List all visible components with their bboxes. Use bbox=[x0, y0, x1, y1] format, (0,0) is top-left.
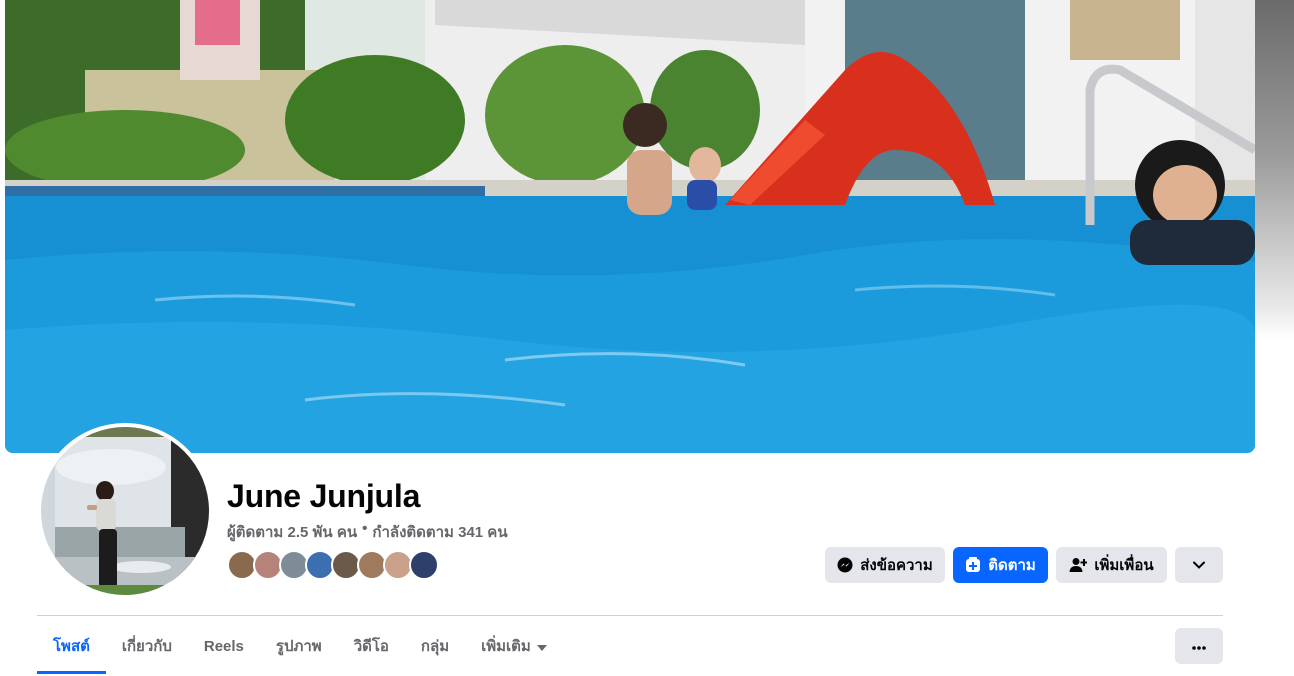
tab-photos-label: รูปภาพ bbox=[275, 638, 322, 655]
follow-plus-icon bbox=[965, 557, 981, 573]
tab-more-label: เพิ่มเติม bbox=[481, 638, 531, 655]
expand-actions-button[interactable] bbox=[1175, 547, 1223, 583]
following-count[interactable]: กำลังติดตาม 341 คน bbox=[372, 520, 507, 544]
tab-videos[interactable]: วิดีโอ bbox=[338, 618, 405, 674]
tab-reels[interactable]: Reels bbox=[188, 618, 260, 674]
profile-divider bbox=[37, 615, 1223, 616]
stats-separator: • bbox=[362, 520, 368, 537]
tab-photos[interactable]: รูปภาพ bbox=[260, 618, 338, 674]
friend-avatars bbox=[227, 550, 439, 580]
profile-tabs: โพสต์ เกี่ยวกับ Reels รูปภาพ วิดีโอ กลุ่… bbox=[37, 618, 563, 676]
tab-posts[interactable]: โพสต์ bbox=[37, 618, 106, 674]
chevron-down-icon bbox=[1193, 561, 1205, 569]
add-friend-button[interactable]: เพิ่มเพื่อน bbox=[1056, 547, 1167, 583]
messenger-icon bbox=[837, 557, 853, 573]
more-options-button[interactable] bbox=[1175, 628, 1223, 664]
message-button-label: ส่งข้อความ bbox=[860, 557, 933, 574]
followers-count[interactable]: ผู้ติดตาม 2.5 พัน คน bbox=[227, 520, 357, 544]
profile-name: June Junjula bbox=[227, 478, 421, 514]
tab-posts-label: โพสต์ bbox=[53, 638, 90, 655]
page-edge-shade bbox=[1255, 0, 1294, 340]
add-friend-icon bbox=[1069, 557, 1088, 573]
tab-about-label: เกี่ยวกับ bbox=[121, 638, 172, 655]
message-button[interactable]: ส่งข้อความ bbox=[825, 547, 945, 583]
follow-button[interactable]: ติดตาม bbox=[953, 547, 1048, 583]
profile-avatar[interactable] bbox=[37, 423, 213, 599]
tab-groups[interactable]: กลุ่ม bbox=[405, 618, 465, 674]
friend-avatar[interactable] bbox=[409, 550, 439, 580]
more-dots-icon bbox=[1192, 637, 1206, 655]
caret-down-icon bbox=[536, 638, 547, 655]
follow-button-label: ติดตาม bbox=[988, 557, 1036, 574]
tab-reels-label: Reels bbox=[203, 637, 244, 655]
tab-about[interactable]: เกี่ยวกับ bbox=[106, 618, 188, 674]
tab-groups-label: กลุ่ม bbox=[420, 638, 450, 655]
tab-more[interactable]: เพิ่มเติม bbox=[465, 618, 563, 674]
cover-photo[interactable] bbox=[5, 0, 1255, 453]
profile-stats: ผู้ติดตาม 2.5 พัน คน • กำลังติดตาม 341 ค… bbox=[227, 520, 508, 544]
tab-videos-label: วิดีโอ bbox=[353, 638, 389, 655]
add-friend-button-label: เพิ่มเพื่อน bbox=[1094, 557, 1154, 574]
